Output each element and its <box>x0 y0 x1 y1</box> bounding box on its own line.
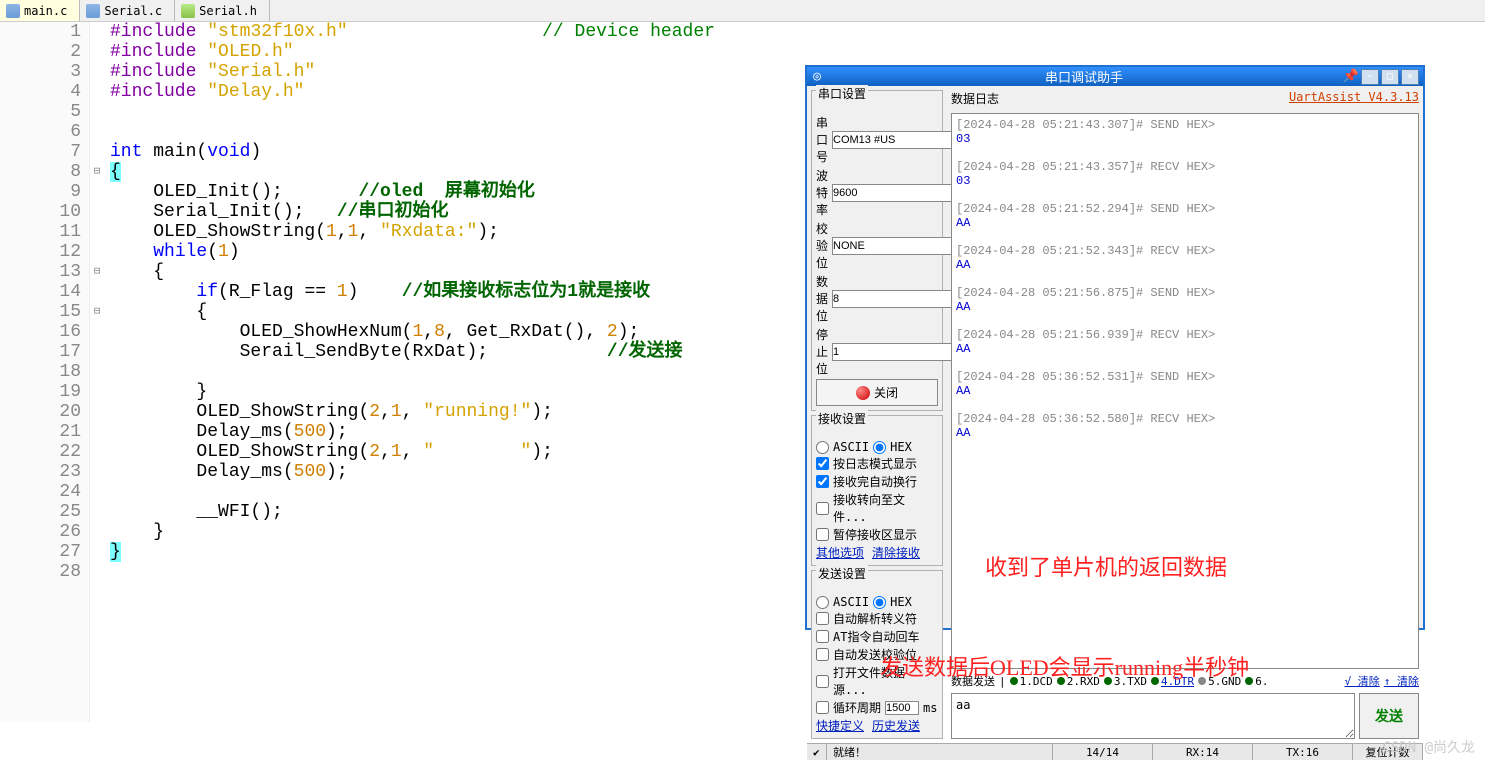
stopbits-label: 停止位 <box>816 326 828 377</box>
tab-label: Serial.h <box>199 4 257 18</box>
log-hex-value: AA <box>956 342 1414 356</box>
log-timestamp: [2024-04-28 05:21:56.875]# SEND HEX> <box>956 286 1414 300</box>
send-button[interactable]: 发送 <box>1359 693 1419 739</box>
send-opt3-check[interactable] <box>816 648 829 661</box>
recv-clear-link[interactable]: 清除接收 <box>872 544 920 561</box>
recv-opt1-check[interactable] <box>816 457 829 470</box>
port-settings-group: 串口设置 串口号 波特率 校验位 数据位 停止位 关闭 <box>811 90 943 411</box>
app-icon: ◎ <box>807 69 827 84</box>
send-hex-radio[interactable] <box>873 596 886 609</box>
send-opt4-check[interactable] <box>816 675 829 688</box>
send-ascii-radio[interactable] <box>816 596 829 609</box>
minimize-button[interactable]: − <box>1361 69 1379 85</box>
fold-column: ⊟⊟⊟ <box>90 22 104 722</box>
log-timestamp: [2024-04-28 05:21:56.939]# RECV HEX> <box>956 328 1414 342</box>
tab-label: Serial.c <box>104 4 162 18</box>
status-ready: 就绪！ <box>827 744 1053 760</box>
recv-settings-title: 接收设置 <box>816 410 868 427</box>
port-label: 串口号 <box>816 114 828 165</box>
recv-hex-radio[interactable] <box>873 441 886 454</box>
cycle-input[interactable] <box>885 701 919 715</box>
pin-icon[interactable]: 📌 <box>1341 69 1361 84</box>
send-history-link[interactable]: 历史发送 <box>872 717 920 734</box>
send-settings-title: 发送设置 <box>816 565 868 582</box>
annotation-1: 收到了单片机的返回数据 <box>985 550 1227 582</box>
recv-opt4-check[interactable] <box>816 528 829 541</box>
log-timestamp: [2024-04-28 05:36:52.531]# SEND HEX> <box>956 370 1414 384</box>
close-button[interactable]: × <box>1401 69 1419 85</box>
log-timestamp: [2024-04-28 05:21:52.294]# SEND HEX> <box>956 202 1414 216</box>
log-hex-value: AA <box>956 216 1414 230</box>
databits-label: 数据位 <box>816 273 828 324</box>
recv-opt3-check[interactable] <box>816 502 829 515</box>
parity-label: 校验位 <box>816 220 828 271</box>
uart-assistant-window: ◎ 串口调试助手 📌 − □ × 串口设置 串口号 波特率 校验位 数据位 停止… <box>805 65 1425 630</box>
tab-Serial-c[interactable]: Serial.c <box>80 0 175 21</box>
watermark: CSDN @尚久龙 <box>1382 737 1475 757</box>
log-hex-value: 03 <box>956 132 1414 146</box>
clear2-link[interactable]: ↑ 清除 <box>1384 673 1419 689</box>
recv-ascii-radio[interactable] <box>816 441 829 454</box>
file-icon <box>86 4 100 18</box>
log-timestamp: [2024-04-28 05:36:52.580]# RECV HEX> <box>956 412 1414 426</box>
log-title: 数据日志 <box>951 90 999 107</box>
send-input[interactable]: aa <box>951 693 1355 739</box>
code-area[interactable]: #include "stm32f10x.h" // Device header#… <box>104 22 715 722</box>
log-area[interactable]: [2024-04-28 05:21:43.307]# SEND HEX>03 [… <box>951 113 1419 669</box>
send-quick-link[interactable]: 快捷定义 <box>816 717 864 734</box>
log-hex-value: AA <box>956 300 1414 314</box>
recv-settings-group: 接收设置 ASCII HEX 按日志模式显示 接收完自动换行 接收转向至文件..… <box>811 415 943 566</box>
file-icon <box>181 4 195 18</box>
status-icon: ✔ <box>807 744 827 760</box>
recv-other-link[interactable]: 其他选项 <box>816 544 864 561</box>
log-hex-value: AA <box>956 384 1414 398</box>
log-timestamp: [2024-04-28 05:21:52.343]# RECV HEX> <box>956 244 1414 258</box>
log-hex-value: 03 <box>956 174 1414 188</box>
log-timestamp: [2024-04-28 05:21:43.307]# SEND HEX> <box>956 118 1414 132</box>
tab-Serial-h[interactable]: Serial.h <box>175 0 270 21</box>
send-opt1-check[interactable] <box>816 612 829 625</box>
annotation-2: 发送数据后OLED会显示running半秒钟 <box>880 650 1249 682</box>
status-rx: RX:14 <box>1153 744 1253 760</box>
uart-statusbar: ✔ 就绪！ 14/14 RX:14 TX:16 复位计数 <box>807 743 1423 760</box>
uart-titlebar[interactable]: ◎ 串口调试助手 📌 − □ × <box>807 67 1423 86</box>
maximize-button[interactable]: □ <box>1381 69 1399 85</box>
clear1-link[interactable]: √ 清除 <box>1345 673 1380 689</box>
send-opt2-check[interactable] <box>816 630 829 643</box>
tab-main-c[interactable]: main.c <box>0 0 80 21</box>
uart-title-text: 串口调试助手 <box>827 67 1341 86</box>
file-tabs: main.c Serial.c Serial.h <box>0 0 1485 22</box>
status-count: 14/14 <box>1053 744 1153 760</box>
close-port-button[interactable]: 关闭 <box>816 379 938 406</box>
log-timestamp: [2024-04-28 05:21:43.357]# RECV HEX> <box>956 160 1414 174</box>
file-icon <box>6 4 20 18</box>
recv-opt2-check[interactable] <box>816 475 829 488</box>
log-hex-value: AA <box>956 426 1414 440</box>
tab-label: main.c <box>24 4 67 18</box>
version-link[interactable]: UartAssist V4.3.13 <box>1289 90 1419 107</box>
connection-indicator-icon <box>856 386 870 400</box>
status-tx: TX:16 <box>1253 744 1353 760</box>
send-cycle-check[interactable] <box>816 701 829 714</box>
log-hex-value: AA <box>956 258 1414 272</box>
line-number-gutter: 1234567891011121314151617181920212223242… <box>0 22 90 722</box>
baud-label: 波特率 <box>816 167 828 218</box>
port-settings-title: 串口设置 <box>816 85 868 102</box>
